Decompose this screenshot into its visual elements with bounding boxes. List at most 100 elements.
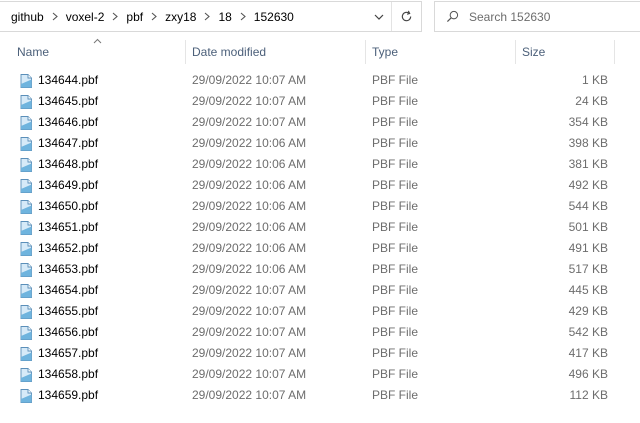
file-date-modified: 29/09/2022 10:07 AM [192, 115, 307, 129]
breadcrumb-item[interactable]: github [10, 10, 45, 24]
chevron-right-icon[interactable] [105, 12, 125, 21]
file-type: PBF File [372, 262, 419, 276]
generic-file-icon [18, 283, 34, 299]
generic-file-icon [18, 304, 34, 320]
file-type: PBF File [372, 283, 419, 297]
file-name[interactable]: 134648.pbf [38, 154, 98, 175]
file-name[interactable]: 134647.pbf [38, 133, 98, 154]
file-row[interactable]: 134652.pbf 29/09/2022 10:06 AM PBF File 491… [0, 238, 640, 259]
file-size: 417 KB [568, 346, 608, 360]
generic-file-icon [18, 178, 34, 194]
file-row[interactable]: 134648.pbf 29/09/2022 10:06 AM PBF File 381… [0, 154, 640, 175]
refresh-button[interactable] [391, 2, 421, 31]
file-type: PBF File [372, 199, 419, 213]
chevron-right-icon[interactable] [45, 12, 65, 21]
file-name[interactable]: 134655.pbf [38, 301, 98, 322]
breadcrumb-item[interactable]: voxel-2 [65, 10, 106, 24]
file-size: 24 KB [575, 94, 608, 108]
generic-file-icon [18, 262, 34, 278]
file-row[interactable]: 134654.pbf 29/09/2022 10:07 AM PBF File 445… [0, 280, 640, 301]
column-header-date-modified[interactable]: Date modified [192, 40, 364, 64]
file-row[interactable]: 134658.pbf 29/09/2022 10:07 AM PBF File 496… [0, 364, 640, 385]
file-row[interactable]: 134649.pbf 29/09/2022 10:06 AM PBF File 492… [0, 175, 640, 196]
file-type: PBF File [372, 220, 419, 234]
file-date-modified: 29/09/2022 10:07 AM [192, 367, 307, 381]
column-header-name[interactable]: Name [17, 40, 184, 64]
breadcrumb-item[interactable]: 152630 [253, 10, 295, 24]
generic-file-icon [18, 241, 34, 257]
chevron-right-icon[interactable] [233, 12, 253, 21]
column-divider[interactable] [515, 40, 516, 64]
file-size: 496 KB [568, 367, 608, 381]
file-name[interactable]: 134652.pbf [38, 238, 98, 259]
file-type: PBF File [372, 388, 419, 402]
file-date-modified: 29/09/2022 10:07 AM [192, 283, 307, 297]
file-date-modified: 29/09/2022 10:07 AM [192, 94, 307, 108]
address-history-dropdown[interactable] [367, 2, 391, 31]
breadcrumb-item[interactable]: pbf [125, 10, 144, 24]
search-box[interactable] [434, 1, 640, 32]
file-name[interactable]: 134645.pbf [38, 91, 98, 112]
generic-file-icon [18, 199, 34, 215]
file-row[interactable]: 134656.pbf 29/09/2022 10:07 AM PBF File 542… [0, 322, 640, 343]
breadcrumb: github voxel-2 pbf zxy18 18 152630 [0, 2, 367, 31]
address-bar[interactable]: github voxel-2 pbf zxy18 18 152630 [0, 1, 422, 32]
file-date-modified: 29/09/2022 10:07 AM [192, 304, 307, 318]
file-row[interactable]: 134645.pbf 29/09/2022 10:07 AM PBF File 24 … [0, 91, 640, 112]
file-size: 491 KB [568, 241, 608, 255]
breadcrumb-item[interactable]: 18 [217, 10, 232, 24]
generic-file-icon [18, 220, 34, 236]
file-size: 429 KB [568, 304, 608, 318]
column-header-size[interactable]: Size [522, 40, 612, 64]
file-date-modified: 29/09/2022 10:07 AM [192, 325, 307, 339]
file-size: 542 KB [568, 325, 608, 339]
file-row[interactable]: 134650.pbf 29/09/2022 10:06 AM PBF File 544… [0, 196, 640, 217]
file-row[interactable]: 134653.pbf 29/09/2022 10:06 AM PBF File 517… [0, 259, 640, 280]
file-size: 398 KB [568, 136, 608, 150]
chevron-right-icon[interactable] [197, 12, 217, 21]
file-type: PBF File [372, 178, 419, 192]
column-divider[interactable] [614, 40, 615, 64]
file-row[interactable]: 134644.pbf 29/09/2022 10:07 AM PBF File 1 K… [0, 70, 640, 91]
file-type: PBF File [372, 346, 419, 360]
file-name[interactable]: 134650.pbf [38, 196, 98, 217]
file-row[interactable]: 134655.pbf 29/09/2022 10:07 AM PBF File 429… [0, 301, 640, 322]
file-row[interactable]: 134647.pbf 29/09/2022 10:06 AM PBF File 398… [0, 133, 640, 154]
file-type: PBF File [372, 115, 419, 129]
file-name[interactable]: 134659.pbf [38, 385, 98, 406]
generic-file-icon [18, 136, 34, 152]
search-icon [435, 10, 469, 23]
file-name[interactable]: 134658.pbf [38, 364, 98, 385]
file-name[interactable]: 134644.pbf [38, 70, 98, 91]
file-size: 544 KB [568, 199, 608, 213]
file-size: 1 KB [581, 73, 608, 87]
file-row[interactable]: 134657.pbf 29/09/2022 10:07 AM PBF File 417… [0, 343, 640, 364]
file-name[interactable]: 134651.pbf [38, 217, 98, 238]
file-name[interactable]: 134649.pbf [38, 175, 98, 196]
file-size: 445 KB [568, 283, 608, 297]
breadcrumb-item[interactable]: zxy18 [164, 10, 197, 24]
generic-file-icon [18, 73, 34, 89]
column-divider[interactable] [185, 40, 186, 64]
file-name[interactable]: 134656.pbf [38, 322, 98, 343]
chevron-right-icon[interactable] [144, 12, 164, 21]
file-date-modified: 29/09/2022 10:06 AM [192, 199, 307, 213]
file-name[interactable]: 134654.pbf [38, 280, 98, 301]
file-type: PBF File [372, 304, 419, 318]
chevron-down-icon [374, 14, 384, 20]
file-type: PBF File [372, 157, 419, 171]
file-row[interactable]: 134646.pbf 29/09/2022 10:07 AM PBF File 354… [0, 112, 640, 133]
search-input[interactable] [469, 9, 629, 24]
file-date-modified: 29/09/2022 10:06 AM [192, 262, 307, 276]
column-header-type[interactable]: Type [372, 40, 514, 64]
refresh-icon [401, 10, 412, 22]
file-name[interactable]: 134653.pbf [38, 259, 98, 280]
file-name[interactable]: 134646.pbf [38, 112, 98, 133]
file-type: PBF File [372, 367, 419, 381]
column-divider[interactable] [365, 40, 366, 64]
generic-file-icon [18, 388, 34, 404]
file-name[interactable]: 134657.pbf [38, 343, 98, 364]
file-type: PBF File [372, 136, 419, 150]
file-row[interactable]: 134659.pbf 29/09/2022 10:07 AM PBF File 112… [0, 385, 640, 406]
file-row[interactable]: 134651.pbf 29/09/2022 10:06 AM PBF File 501… [0, 217, 640, 238]
